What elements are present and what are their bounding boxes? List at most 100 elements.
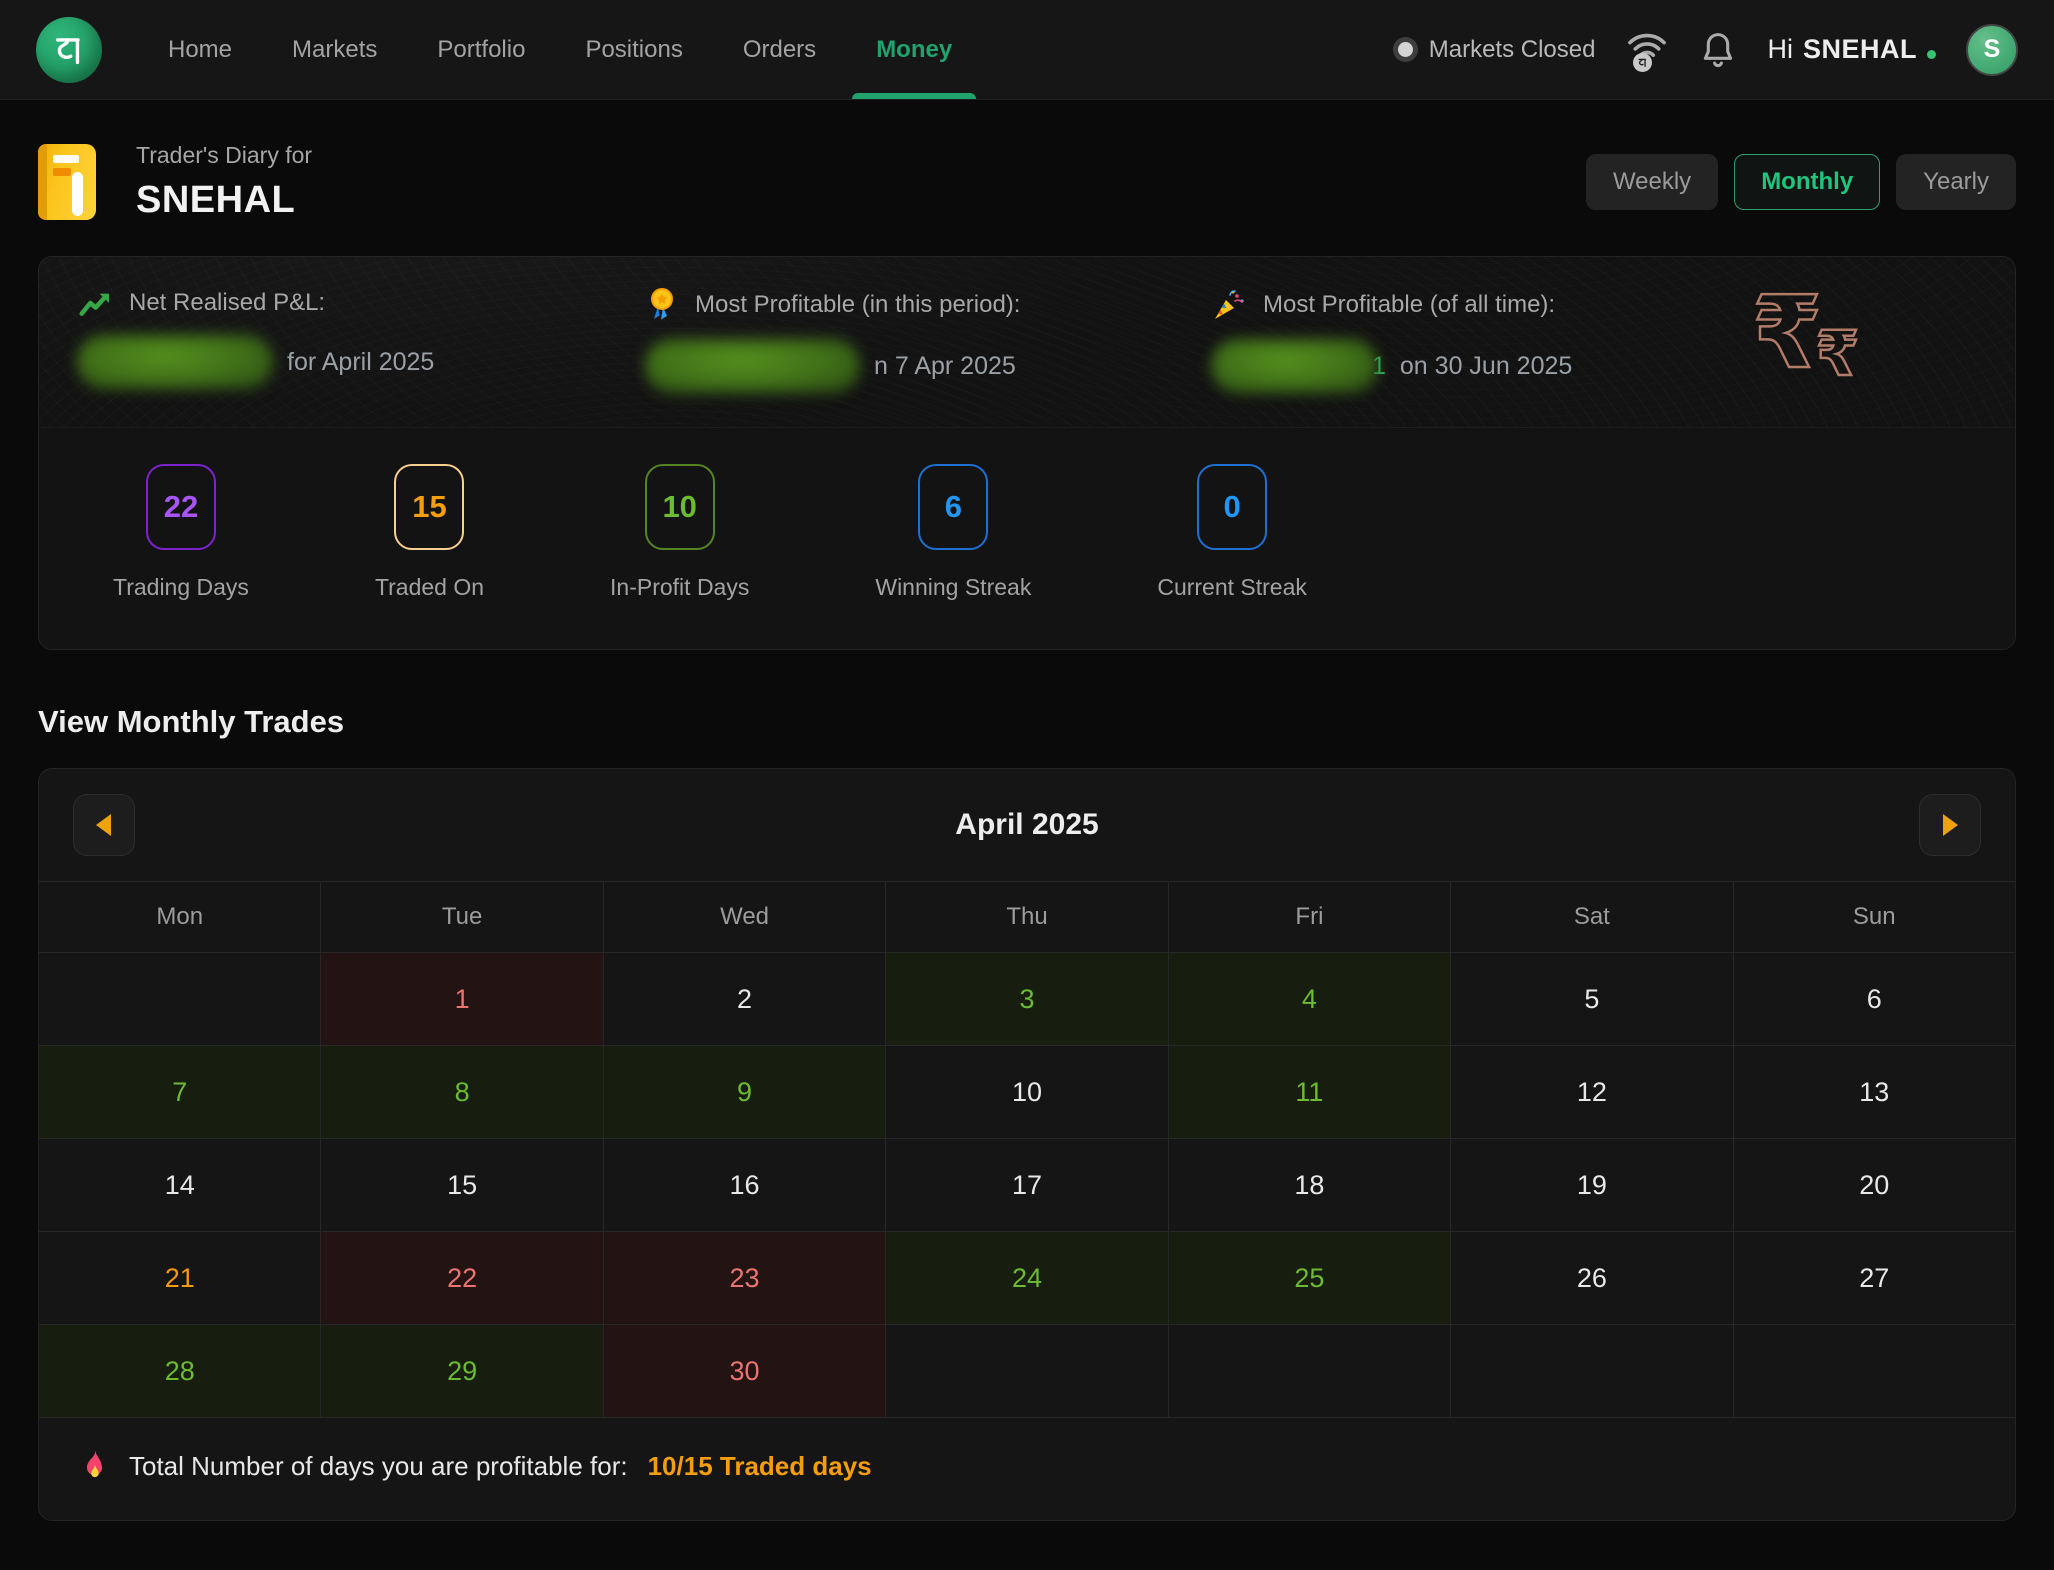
- calendar-day-5[interactable]: 5: [1451, 953, 1732, 1045]
- calendar-day-22[interactable]: 22: [321, 1232, 602, 1324]
- bell-icon[interactable]: [1699, 30, 1737, 70]
- calendar-day-4[interactable]: 4: [1169, 953, 1450, 1045]
- connection-indicator: [1625, 30, 1669, 70]
- day-number: 6: [1867, 984, 1882, 1015]
- masked-alltime-value: [1211, 339, 1378, 393]
- day-number: 27: [1859, 1263, 1889, 1294]
- prev-month-button[interactable]: [73, 794, 135, 856]
- calendar-day-26[interactable]: 26: [1451, 1232, 1732, 1324]
- calendar-grid: MonTueWedThuFriSatSun 123456789101112131…: [39, 881, 2015, 1418]
- calendar-month-title: April 2025: [39, 808, 2015, 842]
- calendar-day-11[interactable]: 11: [1169, 1046, 1450, 1138]
- day-number: 25: [1294, 1263, 1324, 1294]
- calendar-day-30[interactable]: 30: [604, 1325, 885, 1417]
- calendar-day-13[interactable]: 13: [1734, 1046, 2015, 1138]
- chevron-left-icon: [85, 814, 111, 836]
- period-tab-monthly[interactable]: Monthly: [1734, 154, 1880, 210]
- nav-item-label: Orders: [743, 36, 816, 64]
- wifi-dhan-badge-icon: [1633, 53, 1652, 72]
- day-number: 19: [1577, 1170, 1607, 1201]
- next-month-button[interactable]: [1919, 794, 1981, 856]
- avatar[interactable]: S: [1966, 24, 2018, 76]
- calendar-day-18[interactable]: 18: [1169, 1139, 1450, 1231]
- day-number: 4: [1302, 984, 1317, 1015]
- stat-item-trading-days: 22 Trading Days: [113, 464, 249, 601]
- stat-value-box: 15: [394, 464, 464, 550]
- calendar-day-27[interactable]: 27: [1734, 1232, 2015, 1324]
- calendar-day-headers: MonTueWedThuFriSatSun: [39, 882, 2015, 952]
- day-number: 2: [737, 984, 752, 1015]
- day-header-cell-mon: Mon: [39, 882, 320, 952]
- nav-item-positions[interactable]: Positions: [585, 0, 682, 99]
- summary-card: Net Realised P&L: for April 2025: [38, 256, 2016, 650]
- calendar-day-7[interactable]: 7: [39, 1046, 320, 1138]
- day-number: 26: [1577, 1263, 1607, 1294]
- greeting-username: SNEHAL: [1803, 34, 1917, 65]
- stat-label: Traded On: [375, 574, 484, 601]
- nav-item-orders[interactable]: Orders: [743, 0, 816, 99]
- calendar-day-24[interactable]: 24: [886, 1232, 1167, 1324]
- nav-item-money[interactable]: Money: [876, 0, 952, 99]
- calendar-day-16[interactable]: 16: [604, 1139, 885, 1231]
- market-status: Markets Closed: [1393, 36, 1596, 64]
- nav-item-label: Home: [168, 36, 232, 64]
- dhan-logo[interactable]: [36, 17, 102, 83]
- calendar-day-3[interactable]: 3: [886, 953, 1167, 1045]
- calendar-day-2[interactable]: 2: [604, 953, 885, 1045]
- calendar-day-8[interactable]: 8: [321, 1046, 602, 1138]
- nav-right: Markets Closed: [1393, 24, 2018, 76]
- most-profitable-period-block: Most Profitable (in this period): n 7 Ap…: [645, 287, 1211, 393]
- period-tab-label: Weekly: [1613, 168, 1691, 195]
- pnl-banner: Net Realised P&L: for April 2025: [39, 257, 2015, 428]
- nav-item-home[interactable]: Home: [168, 0, 232, 99]
- day-number: 9: [737, 1077, 752, 1108]
- net-pnl-block: Net Realised P&L: for April 2025: [77, 287, 645, 393]
- period-tab-weekly[interactable]: Weekly: [1586, 154, 1718, 210]
- nav-item-label: Money: [876, 36, 952, 64]
- stat-value-box: 6: [918, 464, 988, 550]
- calendar-day-19[interactable]: 19: [1451, 1139, 1732, 1231]
- traders-diary-page: Home Markets Portfolio Positions Orders Money…: [0, 0, 2054, 1570]
- online-status-dot: [1927, 50, 1936, 59]
- calendar-week-row: 1 2 3 4 5 6: [39, 953, 2015, 1045]
- calendar-day-29[interactable]: 29: [321, 1325, 602, 1417]
- calendar-day-empty: [1734, 1325, 2015, 1417]
- day-number: 22: [447, 1263, 477, 1294]
- calendar-day-10[interactable]: 10: [886, 1046, 1167, 1138]
- calendar-day-17[interactable]: 17: [886, 1139, 1167, 1231]
- diary-username: SNEHAL: [136, 179, 312, 222]
- calendar-day-9[interactable]: 9: [604, 1046, 885, 1138]
- calendar-day-6[interactable]: 6: [1734, 953, 2015, 1045]
- day-number: 24: [1012, 1263, 1042, 1294]
- nav-links: Home Markets Portfolio Positions Orders Money: [168, 0, 952, 99]
- calendar-day-21[interactable]: 21: [39, 1232, 320, 1324]
- calendar-day-20[interactable]: 20: [1734, 1139, 2015, 1231]
- medal-icon: [645, 287, 679, 323]
- day-number: 29: [447, 1356, 477, 1387]
- dhan-logo-icon: [51, 32, 87, 68]
- calendar-day-25[interactable]: 25: [1169, 1232, 1450, 1324]
- period-tab-yearly[interactable]: Yearly: [1896, 154, 2016, 210]
- day-number: 16: [730, 1170, 760, 1201]
- calendar-day-1[interactable]: 1: [321, 953, 602, 1045]
- day-number: 13: [1859, 1077, 1889, 1108]
- chevron-right-icon: [1943, 814, 1969, 836]
- day-number: 10: [1012, 1077, 1042, 1108]
- nav-item-portfolio[interactable]: Portfolio: [437, 0, 525, 99]
- calendar-day-empty: [1451, 1325, 1732, 1417]
- calendar-day-23[interactable]: 23: [604, 1232, 885, 1324]
- market-status-label: Markets Closed: [1429, 36, 1596, 64]
- nav-item-markets[interactable]: Markets: [292, 0, 377, 99]
- calendar-day-15[interactable]: 15: [321, 1139, 602, 1231]
- day-number: 28: [165, 1356, 195, 1387]
- day-header-cell-sat: Sat: [1451, 882, 1732, 952]
- day-header-cell-fri: Fri: [1169, 882, 1450, 952]
- day-number: 18: [1294, 1170, 1324, 1201]
- day-number: 3: [1019, 984, 1034, 1015]
- calendar-day-28[interactable]: 28: [39, 1325, 320, 1417]
- day-number: 5: [1584, 984, 1599, 1015]
- calendar-day-12[interactable]: 12: [1451, 1046, 1732, 1138]
- most-profitable-alltime-label: Most Profitable (of all time):: [1263, 291, 1555, 319]
- stats-row: 22 Trading Days 15 Traded On 10 In-Profi…: [39, 428, 2015, 649]
- calendar-day-14[interactable]: 14: [39, 1139, 320, 1231]
